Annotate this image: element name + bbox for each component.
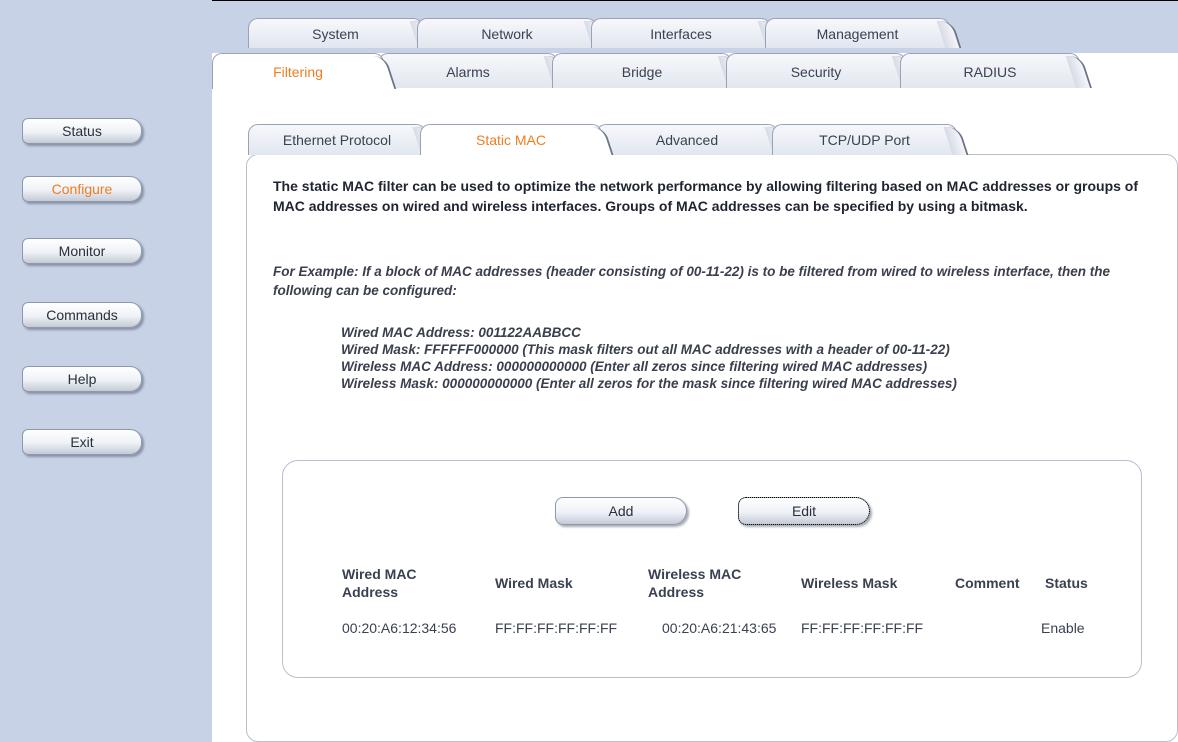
tab-interfaces[interactable]: Interfaces [591,18,771,48]
tab-advanced[interactable]: Advanced [596,124,778,155]
example-line: Wired Mask: FFFFFF000000 (This mask filt… [341,342,950,357]
example-line: Wireless MAC Address: 000000000000 (Ente… [341,359,928,374]
header-comment: Comment [955,575,1020,591]
header-status: Status [1045,575,1088,591]
tab-static-mac[interactable]: Static MAC [420,124,602,155]
top-tab-row: System Network Interfaces Management [248,18,950,48]
side-navigation: Status Configure Monitor Commands Help E… [0,0,212,742]
tab-alarms[interactable]: Alarms [378,53,558,89]
nav-monitor-button[interactable]: Monitor [22,238,142,264]
header-wireless-mask: Wireless Mask [801,575,898,591]
tab-tcp-udp-port[interactable]: TCP/UDP Port [772,124,957,155]
sub-tab-row: Filtering Alarms Bridge Security RADIUS [212,53,1178,89]
description-text: The static MAC filter can be used to opt… [273,178,1139,214]
nav-help-button[interactable]: Help [22,366,142,392]
filter-tab-row: Ethernet Protocol Static MAC Advanced TC… [248,124,957,155]
tab-network[interactable]: Network [417,18,597,48]
tab-ethernet-protocol[interactable]: Ethernet Protocol [248,124,426,155]
header-wired-mask: Wired Mask [495,575,573,591]
add-button[interactable]: Add [555,497,687,525]
tab-radius[interactable]: RADIUS [900,53,1080,89]
edit-button[interactable]: Edit [738,497,870,525]
tab-bridge[interactable]: Bridge [552,53,732,89]
cell-wireless-mac: 00:20:A6:21:43:65 [662,620,777,636]
example-line: Wired MAC Address: 001122AABBCC [341,325,581,340]
nav-configure-button[interactable]: Configure [22,176,142,202]
example-lines: Wired MAC Address: 001122AABBCC Wired Ma… [341,324,957,392]
example-intro: For Example: If a block of MAC addresses… [273,264,1110,298]
nav-commands-button[interactable]: Commands [22,302,142,328]
nav-status-button[interactable]: Status [22,118,142,144]
cell-wired-mac: 00:20:A6:12:34:56 [342,620,457,636]
nav-exit-button[interactable]: Exit [22,429,142,455]
tab-filtering[interactable]: Filtering [212,53,384,89]
cell-status: Enable [1041,620,1085,636]
tab-system[interactable]: System [248,18,423,48]
tab-management[interactable]: Management [765,18,950,48]
example-line: Wireless Mask: 000000000000 (Enter all z… [341,376,957,391]
header-wireless-mac: Wireless MAC Address [648,566,742,600]
tab-security[interactable]: Security [726,53,906,89]
header-wired-mac: Wired MAC Address [342,566,417,600]
cell-wired-mask: FF:FF:FF:FF:FF:FF [495,620,618,636]
cell-wireless-mask: FF:FF:FF:FF:FF:FF [801,620,924,636]
